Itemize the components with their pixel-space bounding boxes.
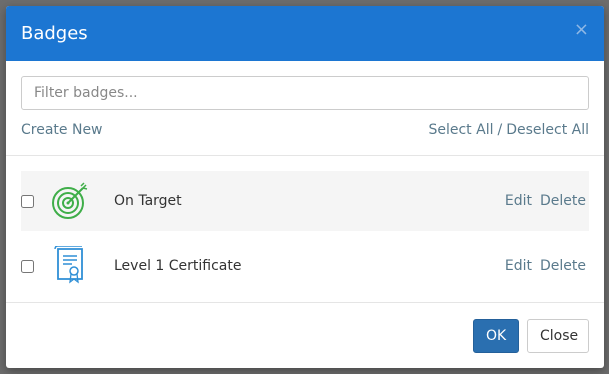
target-icon	[50, 181, 90, 221]
delete-link[interactable]: Delete	[540, 193, 586, 209]
close-icon[interactable]: ×	[574, 21, 589, 39]
list-item: On Target Edit Delete	[21, 171, 589, 231]
edit-link[interactable]: Edit	[505, 258, 532, 274]
list-item: Level 1 Certificate Edit Delete	[21, 236, 589, 296]
selection-links: Select All / Deselect All	[428, 122, 589, 138]
badge-label: On Target	[114, 193, 182, 209]
edit-link[interactable]: Edit	[505, 193, 532, 209]
badge-label: Level 1 Certificate	[114, 258, 242, 274]
filter-badges-input[interactable]	[21, 76, 589, 110]
select-all-link[interactable]: Select All	[428, 122, 493, 138]
separator: /	[497, 122, 503, 138]
dialog-title: Badges	[21, 23, 88, 44]
create-new-link[interactable]: Create New	[21, 122, 103, 138]
row-actions: Edit Delete	[505, 258, 589, 274]
dialog-header: Badges ×	[6, 6, 604, 61]
badge-checkbox[interactable]	[21, 194, 34, 208]
row-actions: Edit Delete	[505, 193, 589, 209]
badges-dialog: Badges × Create New Select All/Deselect …	[6, 6, 604, 368]
close-button[interactable]: Close	[527, 318, 589, 353]
badge-checkbox[interactable]	[21, 259, 34, 273]
certificate-icon	[50, 246, 90, 286]
badge-list: On Target Edit Delete Level 1 Certificat…	[6, 156, 604, 296]
deselect-all-link[interactable]: Deselect All	[506, 122, 589, 138]
ok-button[interactable]: OK	[473, 318, 519, 353]
actions-row: Create New Select All / Deselect All	[21, 122, 589, 138]
dialog-footer: OK Close	[6, 302, 604, 368]
delete-link[interactable]: Delete	[540, 258, 586, 274]
dialog-body: Create New Select All/Deselect All	[6, 61, 604, 156]
